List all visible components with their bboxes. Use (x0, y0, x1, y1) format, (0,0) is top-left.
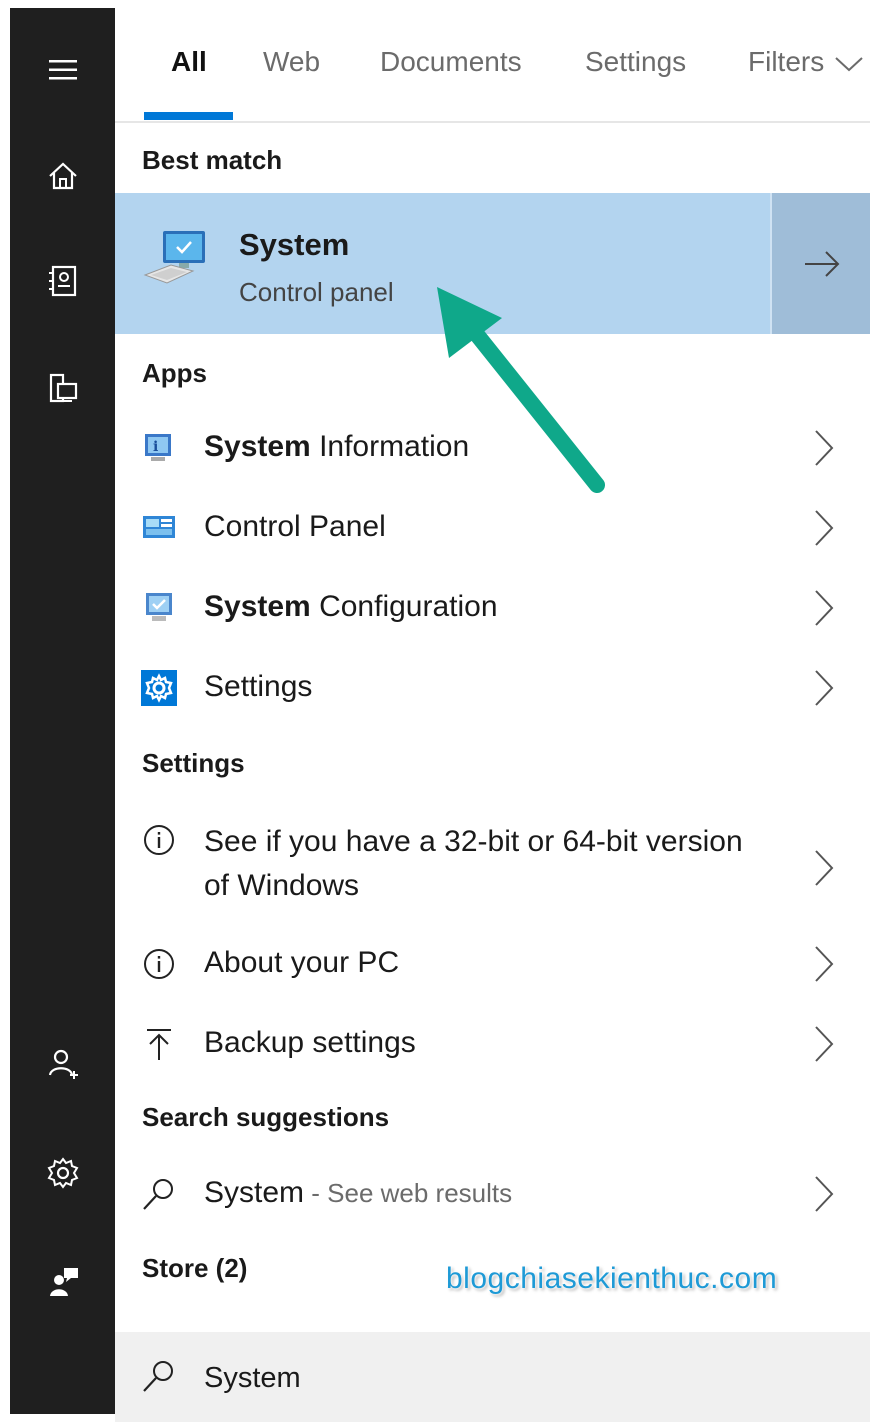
setting-label: About your PC (204, 946, 400, 979)
setting-label: See if you have a 32-bit or 64-bit versi… (204, 825, 743, 902)
search-suggestions-heading: Search suggestions (142, 1102, 390, 1132)
filter-tabs: All Web Documents Settings Filters (115, 8, 870, 123)
control-panel-icon (141, 510, 177, 546)
gear-icon (47, 1157, 78, 1189)
feedback-icon (49, 1268, 78, 1296)
app-label-rest: Configuration (310, 590, 498, 623)
setting-backup-settings[interactable]: Backup settings (115, 1008, 870, 1080)
best-match-heading: Best match (142, 145, 283, 175)
tab-filters[interactable]: Filters (748, 46, 864, 78)
best-match-subtitle: Control panel (239, 277, 394, 307)
notebook-button[interactable] (10, 246, 115, 316)
app-label-rest: Control Panel (204, 510, 386, 543)
app-label-rest: Information (310, 430, 470, 463)
system-computer-icon (143, 231, 205, 284)
chevron-right-icon (815, 1026, 834, 1062)
chevron-right-icon (815, 946, 834, 982)
search-results-panel: All Web Documents Settings Filters Best … (115, 8, 870, 1422)
notebook-icon (48, 265, 76, 297)
web-suggestion-system[interactable]: System - See web results (115, 1158, 870, 1230)
app-settings[interactable]: Settings (115, 652, 870, 724)
chevron-right-icon (815, 430, 834, 466)
feedback-button[interactable] (10, 1246, 115, 1316)
store-heading: Store (2) (142, 1253, 248, 1283)
setting-about-your-pc[interactable]: About your PC (115, 928, 870, 1000)
search-icon (141, 1176, 177, 1212)
hamburger-menu-button[interactable] (10, 35, 115, 105)
add-user-icon (48, 1049, 78, 1079)
arrow-right-icon (805, 250, 840, 277)
home-icon (48, 162, 77, 190)
svg-text:i: i (153, 439, 158, 455)
app-label-rest: Settings (204, 670, 313, 703)
tab-all[interactable]: All (171, 46, 207, 78)
tab-documents[interactable]: Documents (380, 46, 522, 78)
system-information-icon: i (141, 430, 177, 466)
settings-button[interactable] (10, 1138, 115, 1208)
suggestion-query: System (204, 1176, 305, 1209)
app-control-panel[interactable]: Control Panel (115, 492, 870, 564)
apps-heading: Apps (142, 358, 207, 388)
tab-filters-label: Filters (748, 46, 825, 77)
chevron-right-icon (815, 850, 834, 886)
best-match-result[interactable]: System Control panel (115, 193, 870, 334)
upload-icon (141, 1026, 177, 1062)
best-match-title: System (239, 227, 350, 262)
home-button[interactable] (10, 141, 115, 211)
search-input[interactable]: System (204, 1362, 301, 1395)
app-system-configuration[interactable]: System Configuration (115, 572, 870, 644)
search-box[interactable]: System (115, 1332, 870, 1422)
chevron-down-icon (835, 56, 863, 71)
settings-heading: Settings (142, 748, 245, 778)
setting-32-or-64-bit[interactable]: See if you have a 32-bit or 64-bit versi… (115, 816, 870, 916)
system-configuration-icon (141, 590, 177, 626)
devices-icon (49, 373, 77, 403)
watermark: blogchiasekienthuc.com (446, 1262, 778, 1295)
tab-web[interactable]: Web (263, 46, 320, 78)
app-system-information[interactable]: i System Information (115, 412, 870, 484)
devices-button[interactable] (10, 353, 115, 423)
active-tab-indicator (144, 112, 233, 120)
open-best-match-button[interactable] (770, 193, 870, 334)
app-label-bold: System (204, 430, 311, 463)
hamburger-icon (48, 60, 77, 80)
tab-settings[interactable]: Settings (585, 46, 686, 78)
search-icon (143, 1361, 173, 1392)
chevron-right-icon (815, 670, 834, 706)
chevron-right-icon (815, 590, 834, 626)
account-button[interactable] (10, 1028, 115, 1098)
info-icon (141, 822, 177, 858)
left-rail (10, 8, 115, 1414)
info-icon (141, 946, 177, 982)
setting-label: Backup settings (204, 1026, 416, 1059)
app-label-bold: System (204, 590, 311, 623)
chevron-right-icon (815, 1176, 834, 1212)
chevron-right-icon (815, 510, 834, 546)
suggestion-hint: - See web results (304, 1178, 513, 1208)
settings-gear-icon (141, 670, 177, 706)
